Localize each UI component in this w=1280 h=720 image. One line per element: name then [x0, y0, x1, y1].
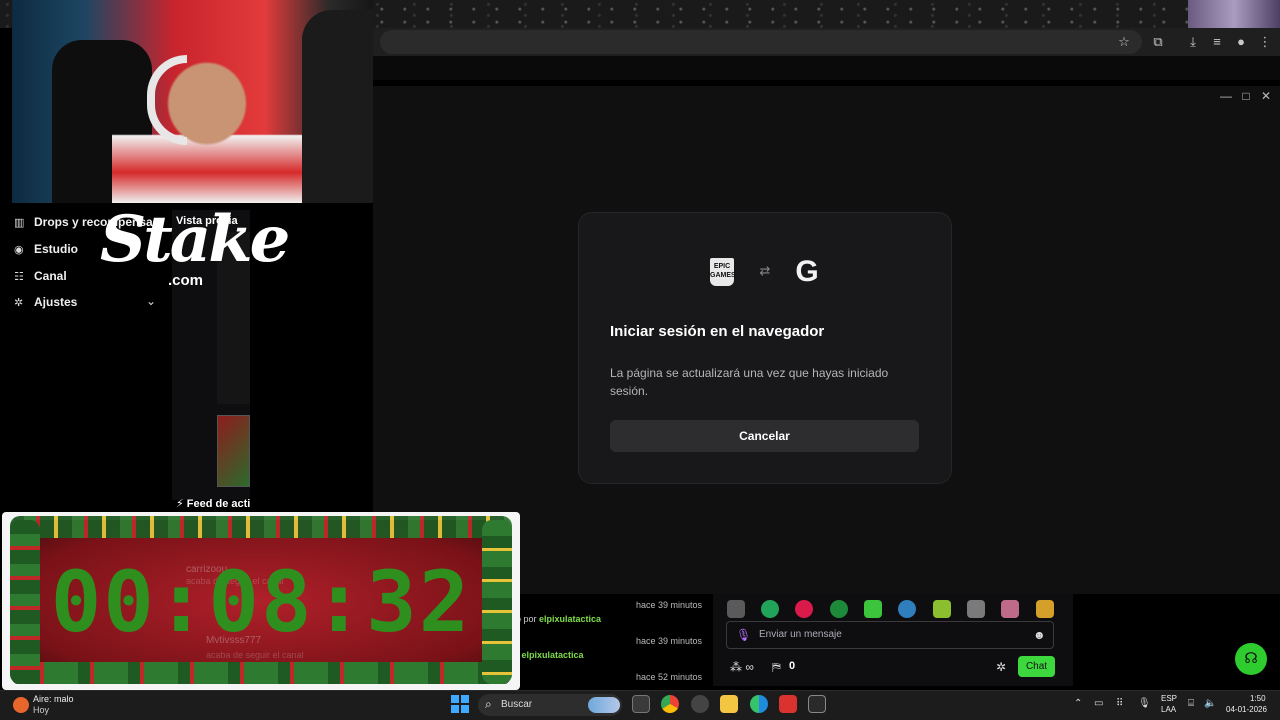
preview-thumbnail[interactable] — [217, 415, 250, 487]
wallpaper-thumbnail — [1188, 0, 1280, 28]
clock-date: 04-01-2026 — [1226, 705, 1267, 714]
emote[interactable] — [933, 600, 951, 618]
google-logo-icon: G — [795, 255, 819, 288]
language-indicator[interactable]: ESP — [1161, 694, 1177, 703]
second-person — [302, 10, 373, 203]
search-label: Buscar — [501, 699, 533, 710]
emote[interactable] — [727, 600, 745, 618]
weather-status[interactable]: Aire: malo — [33, 694, 74, 704]
close-icon[interactable]: ✕ — [1258, 88, 1274, 104]
epic-games-icon[interactable] — [808, 695, 826, 713]
epic-games-logo: EPIC GAMES — [710, 258, 736, 286]
feed-row-user: elpixulatactica — [539, 614, 602, 624]
dialog-title: Iniciar sesión en el navegador — [610, 323, 825, 340]
browser-content-top — [373, 56, 1280, 80]
weather-day: Hoy — [33, 705, 50, 715]
youtube-icon[interactable] — [779, 695, 797, 713]
stake-logo: Stake .com — [100, 204, 290, 294]
webcam-feed — [12, 0, 373, 203]
bookmark-star-icon[interactable]: ☆ — [1115, 33, 1133, 51]
channel-icon: ☷ — [14, 271, 24, 283]
more-menu-icon[interactable]: ⋮ — [1256, 33, 1274, 51]
windows-start-icon[interactable] — [451, 695, 469, 713]
maximize-icon[interactable]: □ — [1238, 88, 1254, 104]
chat-settings-icon[interactable]: ✲ — [996, 660, 1006, 674]
sidebar-item-label: Ajustes — [34, 295, 78, 309]
emote[interactable] — [761, 600, 779, 618]
emote[interactable] — [967, 600, 985, 618]
chevron-down-icon[interactable]: ⌄ — [146, 294, 156, 308]
microphone-icon[interactable]: 🎙 — [736, 628, 751, 642]
stake-logo-domain: .com — [168, 272, 204, 289]
weather-icon[interactable] — [13, 697, 29, 713]
feed-row-time: hace 52 minutos — [636, 672, 703, 682]
reading-list-icon[interactable]: ≡ — [1208, 33, 1226, 51]
channel-points-icon[interactable]: ⁂ ∞ — [730, 660, 754, 674]
file-explorer-icon[interactable] — [720, 695, 738, 713]
sidebar-item-studio[interactable]: ◉ Estudio — [14, 240, 78, 258]
sidebar-item-label: Estudio — [34, 242, 78, 256]
gear-icon: ✲ — [14, 297, 24, 309]
search-highlight-image — [588, 697, 620, 713]
gift-count: 0 — [789, 660, 796, 672]
feed-row-time: hace 39 minutos — [636, 600, 703, 610]
network-icon[interactable]: ⌸ — [1188, 698, 1194, 709]
tray-device-icon[interactable]: ▭ — [1094, 698, 1103, 709]
stake-logo-text: Stake — [100, 202, 290, 277]
christmas-garland — [10, 662, 512, 684]
feed-row: r elpixulatactica — [516, 650, 584, 660]
studio-icon: ◉ — [14, 244, 24, 256]
countdown-timer: 00:08:32 — [50, 553, 472, 651]
emote[interactable] — [898, 600, 916, 618]
task-view-icon[interactable] — [632, 695, 650, 713]
christmas-garland — [10, 520, 40, 684]
swap-arrows-icon: ⇄ — [759, 263, 771, 278]
christmas-garland — [482, 520, 512, 684]
support-headset-icon[interactable]: ☊ — [1235, 643, 1267, 675]
tray-apps-icon[interactable]: ⠿ — [1116, 698, 1123, 709]
tray-chevron-icon[interactable]: ⌃ — [1074, 698, 1082, 709]
activity-feed-label: Feed de acti — [186, 498, 251, 510]
activity-feed-title: ⚡ Feed de acti — [176, 498, 251, 510]
download-icon[interactable]: ⤓ — [1184, 33, 1202, 51]
emote[interactable] — [1036, 600, 1054, 618]
address-bar[interactable] — [380, 30, 1142, 54]
sidebar-item-channel[interactable]: ☷ Canal — [14, 267, 67, 285]
emote[interactable] — [864, 600, 882, 618]
emote[interactable] — [1001, 600, 1019, 618]
feed-row: o por elpixulatactica — [516, 614, 601, 624]
edge-icon[interactable] — [750, 695, 768, 713]
sidebar-item-label: Canal — [34, 269, 67, 283]
emote[interactable] — [795, 600, 813, 618]
emoji-icon[interactable]: ☻ — [1033, 628, 1046, 642]
gift-icon[interactable]: ⛿ — [772, 660, 781, 675]
keyboard-layout: LAA — [1161, 705, 1177, 714]
dialog-description: La página se actualizará una vez que hay… — [610, 366, 889, 398]
search-icon: ⌕ — [485, 697, 492, 711]
christmas-garland — [10, 516, 512, 538]
emote[interactable] — [830, 600, 848, 618]
drops-icon: ▥ — [14, 217, 25, 229]
streamer — [112, 50, 302, 203]
extensions-icon[interactable]: ⧉ — [1149, 33, 1167, 51]
feed-row-text: acaba de seguir el canal — [206, 650, 304, 660]
volume-icon[interactable]: 🔈 — [1204, 698, 1216, 709]
tray-mic-icon[interactable]: 🎙 — [1138, 698, 1151, 709]
chat-placeholder: Enviar un mensaje — [759, 629, 842, 640]
chat-send-button[interactable]: Chat — [1018, 656, 1055, 677]
chrome-icon[interactable] — [661, 695, 679, 713]
app-icon[interactable] — [691, 695, 709, 713]
clock-time[interactable]: 1:50 — [1250, 694, 1266, 703]
sidebar-item-settings[interactable]: ✲ Ajustes — [14, 293, 77, 311]
profile-avatar-icon[interactable]: ● — [1232, 33, 1250, 51]
feed-row-user: elpixulatactica — [521, 650, 584, 660]
minimize-icon[interactable]: — — [1218, 88, 1234, 104]
cancel-button[interactable]: Cancelar — [610, 420, 919, 452]
feed-row-time: hace 39 minutos — [636, 636, 703, 646]
